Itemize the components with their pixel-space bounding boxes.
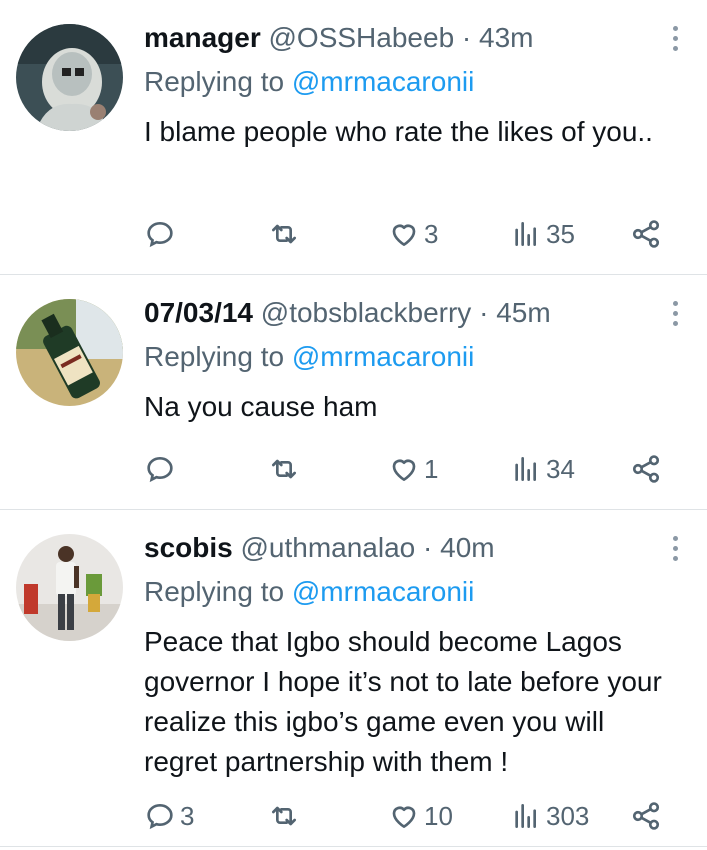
tweet-text: Na you cause ham [144, 391, 378, 422]
retweet-icon [272, 459, 296, 479]
share-button[interactable] [630, 451, 662, 487]
more-icon[interactable] [671, 26, 679, 52]
replying-to-label: Replying to [144, 576, 285, 607]
share-icon [632, 802, 660, 830]
more-icon[interactable] [671, 536, 679, 562]
mention-link[interactable]: @mrmacaronii [292, 66, 474, 97]
share-icon [632, 455, 660, 483]
views-icon [515, 804, 536, 828]
reply-icon [147, 803, 173, 830]
avatar[interactable] [16, 24, 123, 131]
timestamp[interactable]: 40m [440, 532, 494, 563]
like-button[interactable]: 10 [388, 798, 453, 834]
mention-link[interactable]: @mrmacaronii [292, 341, 474, 372]
tweet-text: I blame people who rate the likes of you… [144, 116, 653, 147]
like-icon [392, 459, 416, 481]
user-handle[interactable]: @uthmanalao [240, 532, 415, 563]
reply-button[interactable] [144, 451, 180, 487]
display-name[interactable]: manager [144, 22, 261, 53]
tweet-actions: 1 34 [144, 451, 674, 487]
views-count: 35 [546, 218, 575, 249]
retweet-button[interactable] [268, 216, 304, 252]
tweet-actions: 3 10 303 [144, 798, 674, 834]
share-icon [632, 220, 660, 248]
avatar[interactable] [16, 299, 123, 406]
tweet-header: manager @OSSHabeeb · 43m [144, 22, 534, 54]
share-button[interactable] [630, 216, 662, 252]
tweet-header: 07/03/14 @tobsblackberry · 45m [144, 297, 551, 329]
reply-feed: manager @OSSHabeeb · 43m Replying to @mr… [0, 0, 707, 847]
replying-to-label: Replying to [144, 66, 285, 97]
views-button[interactable]: 35 [510, 216, 575, 252]
tweet-header: scobis @uthmanalao · 40m [144, 532, 495, 564]
reply-button[interactable]: 3 [144, 798, 194, 834]
reply-icon [147, 456, 173, 483]
like-button[interactable]: 1 [388, 451, 438, 487]
tweet[interactable]: 07/03/14 @tobsblackberry · 45m Replying … [0, 275, 707, 510]
retweet-icon [272, 224, 296, 244]
replying-to: Replying to @mrmacaronii [144, 576, 474, 608]
like-icon [392, 224, 416, 246]
like-count: 1 [424, 453, 439, 484]
timestamp[interactable]: 45m [496, 297, 550, 328]
views-button[interactable]: 34 [510, 451, 575, 487]
like-count: 3 [424, 218, 439, 249]
tweet[interactable]: scobis @uthmanalao · 40m Replying to @mr… [0, 510, 707, 847]
mention-link[interactable]: @mrmacaronii [292, 576, 474, 607]
separator-dot: · [423, 532, 433, 563]
tweet-actions: 3 35 [144, 216, 674, 252]
like-button[interactable]: 3 [388, 216, 438, 252]
retweet-icon [272, 806, 296, 826]
views-button[interactable]: 303 [510, 798, 589, 834]
tweet-text: Peace that Igbo should become Lagos gove… [144, 626, 662, 777]
separator-dot: · [461, 22, 472, 53]
more-icon[interactable] [671, 301, 679, 327]
user-handle[interactable]: @OSSHabeeb [269, 22, 455, 53]
reply-button[interactable] [144, 216, 180, 252]
avatar[interactable] [16, 534, 123, 641]
retweet-button[interactable] [268, 798, 304, 834]
replying-to: Replying to @mrmacaronii [144, 341, 474, 373]
views-icon [515, 222, 536, 246]
avatar-image [16, 299, 123, 406]
user-handle[interactable]: @tobsblackberry [261, 297, 472, 328]
replying-to-label: Replying to [144, 341, 285, 372]
reply-icon [147, 221, 173, 248]
views-icon [515, 457, 536, 481]
separator-dot: · [479, 297, 489, 328]
like-icon [392, 806, 416, 828]
reply-count: 3 [180, 800, 195, 831]
display-name[interactable]: scobis [144, 532, 233, 563]
views-count: 303 [546, 800, 590, 831]
timestamp[interactable]: 43m [479, 22, 533, 53]
share-button[interactable] [630, 798, 662, 834]
avatar-image [16, 534, 123, 641]
replying-to: Replying to @mrmacaronii [144, 66, 474, 98]
tweet[interactable]: manager @OSSHabeeb · 43m Replying to @mr… [0, 0, 707, 275]
views-count: 34 [546, 453, 575, 484]
avatar-image [16, 24, 123, 131]
like-count: 10 [424, 800, 453, 831]
retweet-button[interactable] [268, 451, 304, 487]
display-name[interactable]: 07/03/14 [144, 297, 253, 328]
